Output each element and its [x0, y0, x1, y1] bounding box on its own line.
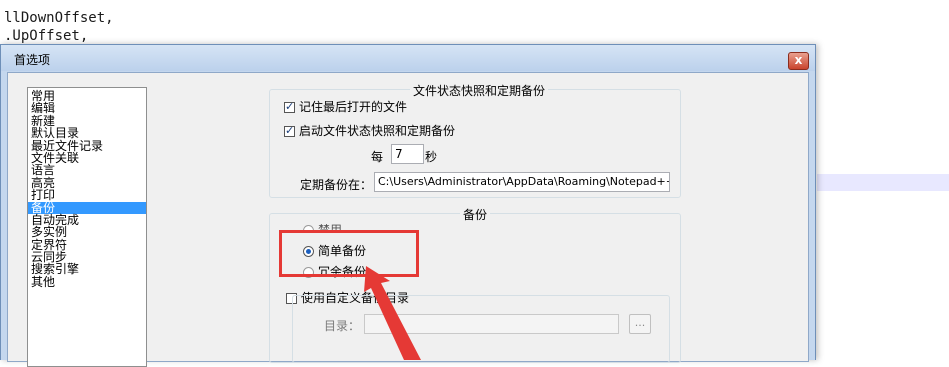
- dir-input[interactable]: [364, 314, 619, 334]
- checkbox-checked-icon: [284, 100, 295, 113]
- browse-button[interactable]: ...: [629, 314, 651, 334]
- category-item[interactable]: 打印: [28, 189, 146, 201]
- backup-disabled-label: 禁用: [318, 223, 343, 230]
- backup-path-input[interactable]: C:\Users\Administrator\AppData\Roaming\N…: [374, 172, 670, 192]
- remember-last-files-checkbox[interactable]: 记住最后打开的文件: [284, 98, 407, 115]
- current-line-highlight: [817, 174, 949, 191]
- category-item[interactable]: 默认目录: [28, 127, 146, 139]
- category-list[interactable]: 常用 编辑 新建 默认目录 最近文件记录 文件关联 语言 高亮 打印 备份 自动…: [27, 87, 147, 367]
- category-item[interactable]: 其他: [28, 276, 146, 288]
- category-item[interactable]: 编辑: [28, 102, 146, 114]
- interval-input[interactable]: 7: [391, 144, 424, 164]
- close-button[interactable]: x: [788, 52, 809, 70]
- code-line-1: llDownOffset,: [4, 10, 114, 26]
- backup-path-label: 定期备份在：: [300, 178, 373, 192]
- snapshot-group-title: 文件状态快照和定期备份: [410, 82, 549, 99]
- category-item[interactable]: 多实例: [28, 226, 146, 238]
- seconds-label: 秒: [425, 150, 438, 164]
- dialog-titlebar[interactable]: 首选项 x: [1, 45, 815, 71]
- code-line-2: .UpOffset,: [4, 28, 89, 44]
- enable-snapshot-checkbox[interactable]: 启动文件状态快照和定期备份: [284, 122, 455, 139]
- every-label: 每: [371, 150, 384, 164]
- checkbox-checked-icon: [284, 124, 295, 137]
- remember-last-files-label: 记住最后打开的文件: [299, 100, 408, 114]
- preferences-dialog: 首选项 x 常用 编辑 新建 默认目录 最近文件记录 文件关联 语言 高亮 打印…: [0, 44, 816, 367]
- annotation-highlight-box: [279, 230, 419, 277]
- category-item[interactable]: 搜索引擎: [28, 263, 146, 275]
- dialog-title: 首选项: [14, 53, 51, 67]
- close-icon: x: [794, 53, 803, 67]
- backup-disabled-radio[interactable]: 禁用: [303, 221, 342, 230]
- dir-label: 目录：: [324, 319, 361, 333]
- dialog-client-area: 常用 编辑 新建 默认目录 最近文件记录 文件关联 语言 高亮 打印 备份 自动…: [7, 72, 809, 367]
- enable-snapshot-label: 启动文件状态快照和定期备份: [299, 124, 456, 138]
- backup-group-title: 备份: [460, 206, 491, 223]
- category-item[interactable]: 语言: [28, 164, 146, 176]
